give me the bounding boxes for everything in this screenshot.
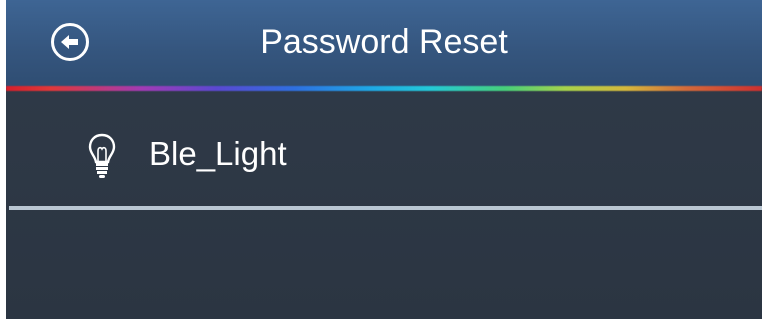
app-frame: Password Reset Ble_Light — [0, 0, 772, 319]
password-reset-screen: Password Reset Ble_Light — [6, 0, 762, 319]
lightbulb-icon — [88, 133, 116, 178]
list-divider — [9, 206, 762, 210]
page-title: Password Reset — [260, 23, 508, 61]
rainbow-divider — [6, 86, 762, 91]
device-name: Ble_Light — [149, 135, 287, 172]
device-list-item[interactable]: Ble_Light — [6, 100, 762, 204]
header-bar: Password Reset — [6, 0, 762, 88]
